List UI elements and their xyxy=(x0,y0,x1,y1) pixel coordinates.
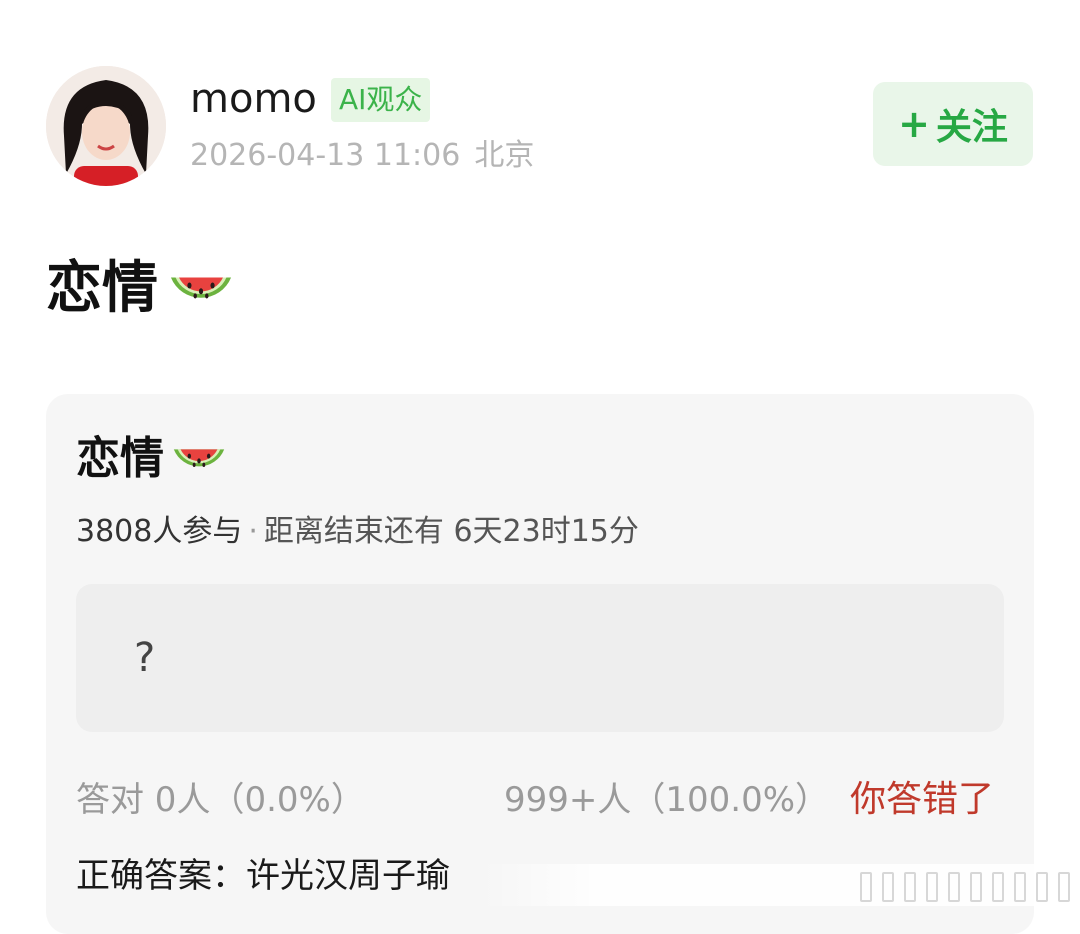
post-title: 恋情 xyxy=(46,252,238,326)
plus-icon: + xyxy=(898,102,930,146)
watermelon-icon xyxy=(173,449,225,467)
answer-result: 你答错了 xyxy=(850,779,995,820)
post-location: 北京 xyxy=(474,138,535,173)
post-date: 2026-04-13 11:06 xyxy=(190,138,461,173)
countdown-text: 距离结束还有 6天23时15分 xyxy=(263,514,639,549)
quiz-title-text: 恋情 xyxy=(76,433,164,484)
watermelon-icon xyxy=(170,277,232,299)
quiz-title: 恋情 xyxy=(76,428,230,490)
follow-label: 关注 xyxy=(935,107,1008,148)
participants-count: 3808人参与 xyxy=(76,514,243,549)
avatar-image xyxy=(46,66,166,186)
post-title-text: 恋情 xyxy=(46,256,158,321)
wrong-stats: 999+人（100.0%） xyxy=(504,780,830,820)
ai-audience-badge: AI观众 xyxy=(331,78,431,122)
quiz-meta: 3808人参与 · 距离结束还有 6天23时15分 xyxy=(76,510,639,554)
correct-answer: 正确答案：许光汉周子瑜 xyxy=(76,856,450,896)
follow-button[interactable]: + 关注 xyxy=(873,82,1033,166)
question-box[interactable] xyxy=(76,584,1004,732)
question-text: ? xyxy=(134,635,156,681)
post-meta: 2026-04-13 11:06 北京 xyxy=(190,134,534,178)
watermark-icon xyxy=(860,872,1080,902)
avatar[interactable] xyxy=(46,66,166,186)
correct-stats: 答对 0人（0.0%） xyxy=(76,780,365,820)
username[interactable]: momo xyxy=(190,73,317,125)
separator-dot: · xyxy=(248,514,258,549)
